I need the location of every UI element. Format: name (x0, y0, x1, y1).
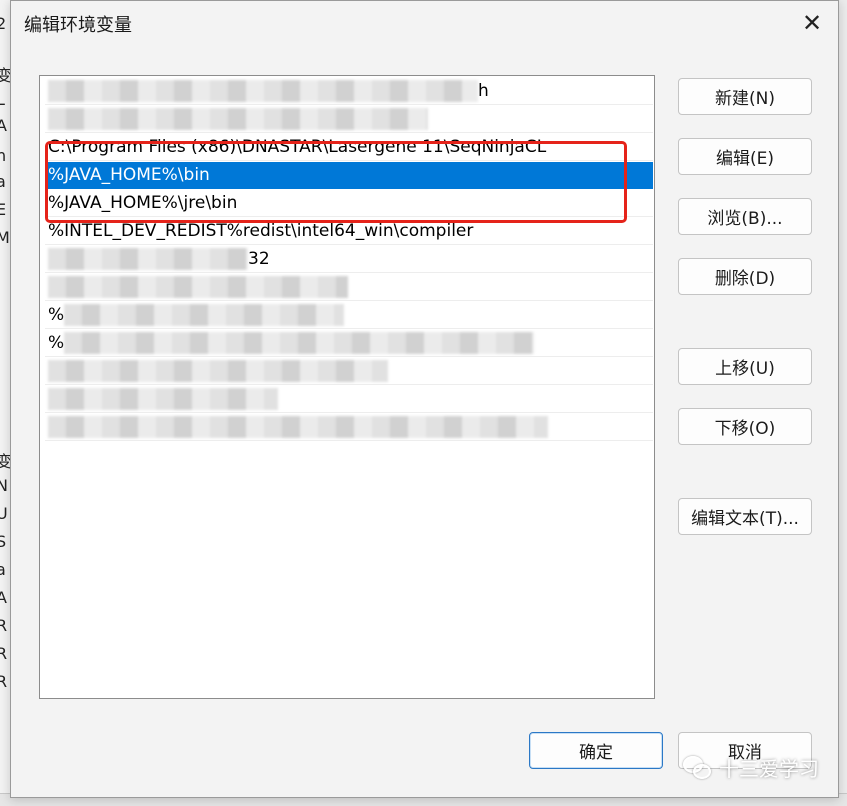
background-window-char: U (0, 504, 8, 523)
background-window-char: A (0, 116, 7, 135)
edit-button[interactable]: 编辑(E) (678, 138, 812, 175)
background-window-char: n (0, 146, 6, 165)
new-button[interactable]: 新建(N) (678, 78, 812, 115)
close-button[interactable]: ✕ (792, 7, 832, 39)
redacted-text (64, 332, 535, 354)
list-item-text: %JAVA_HOME%\bin (48, 165, 210, 185)
list-item-text: % (48, 305, 65, 325)
browse-button[interactable]: 浏览(B)... (678, 198, 812, 235)
list-item[interactable] (45, 274, 653, 301)
redacted-text (48, 276, 348, 298)
list-item-text: C:\Program Files (x86)\DNASTAR\Lasergene… (48, 137, 547, 157)
list-item[interactable]: 32 (45, 246, 653, 273)
background-window-char: N (0, 476, 8, 495)
wechat-logo-icon (683, 755, 713, 780)
edit-environment-variable-dialog: 编辑环境变量 ✕ h C:\Program Files (x86)\DNASTAR… (10, 0, 839, 798)
redacted-text (48, 416, 548, 438)
list-item[interactable] (45, 358, 653, 385)
list-item-text: %INTEL_DEV_REDIST%redist\intel64_win\com… (48, 221, 474, 241)
title-bar[interactable]: 编辑环境变量 ✕ (11, 1, 838, 45)
redacted-text (48, 108, 428, 130)
list-item[interactable]: %JAVA_HOME%\jre\bin (45, 190, 653, 217)
list-item-text: %JAVA_HOME%\jre\bin (48, 193, 238, 213)
background-window-char: S (0, 532, 6, 551)
background-window-char: R (0, 672, 7, 691)
redacted-text (48, 388, 278, 410)
background-window-char: L (0, 90, 5, 109)
ok-button[interactable]: 确定 (529, 732, 663, 769)
background-window-char: a (0, 560, 6, 579)
background-window-char: M (0, 228, 10, 247)
list-item[interactable] (45, 386, 653, 413)
list-item[interactable]: %INTEL_DEV_REDIST%redist\intel64_win\com… (45, 218, 653, 245)
list-item[interactable]: % (45, 302, 653, 329)
dialog-title: 编辑环境变量 (24, 15, 132, 36)
edit-text-button[interactable]: 编辑文本(T)... (678, 498, 812, 535)
list-item-text: h (478, 81, 489, 101)
list-item-text: % (48, 333, 65, 353)
redacted-text (64, 304, 345, 326)
background-window-char: A (0, 588, 7, 607)
list-item[interactable] (45, 106, 653, 133)
background-window-char: 2 (0, 14, 6, 33)
background-window-char: R (0, 616, 7, 635)
watermark-text: 十三爱学习 (719, 757, 819, 781)
list-item[interactable]: %JAVA_HOME%\bin (45, 162, 653, 189)
redacted-text (48, 360, 388, 382)
redacted-text (48, 248, 248, 270)
list-item-text: 32 (248, 249, 270, 269)
list-item[interactable]: h (45, 78, 653, 105)
delete-button[interactable]: 删除(D) (678, 258, 812, 295)
background-window-char: R (0, 644, 7, 663)
redacted-text (48, 80, 478, 102)
background-window-char: a (0, 172, 6, 191)
list-item[interactable]: % (45, 330, 653, 357)
list-item[interactable]: C:\Program Files (x86)\DNASTAR\Lasergene… (45, 134, 653, 161)
move-up-button[interactable]: 上移(U) (678, 348, 812, 385)
background-window-char: E (0, 200, 6, 219)
move-down-button[interactable]: 下移(O) (678, 408, 812, 445)
close-icon: ✕ (801, 9, 823, 37)
watermark: 十三爱学习 (683, 753, 819, 782)
list-item[interactable] (45, 414, 653, 441)
path-entries-list[interactable]: h C:\Program Files (x86)\DNASTAR\Lasergen… (39, 75, 655, 699)
